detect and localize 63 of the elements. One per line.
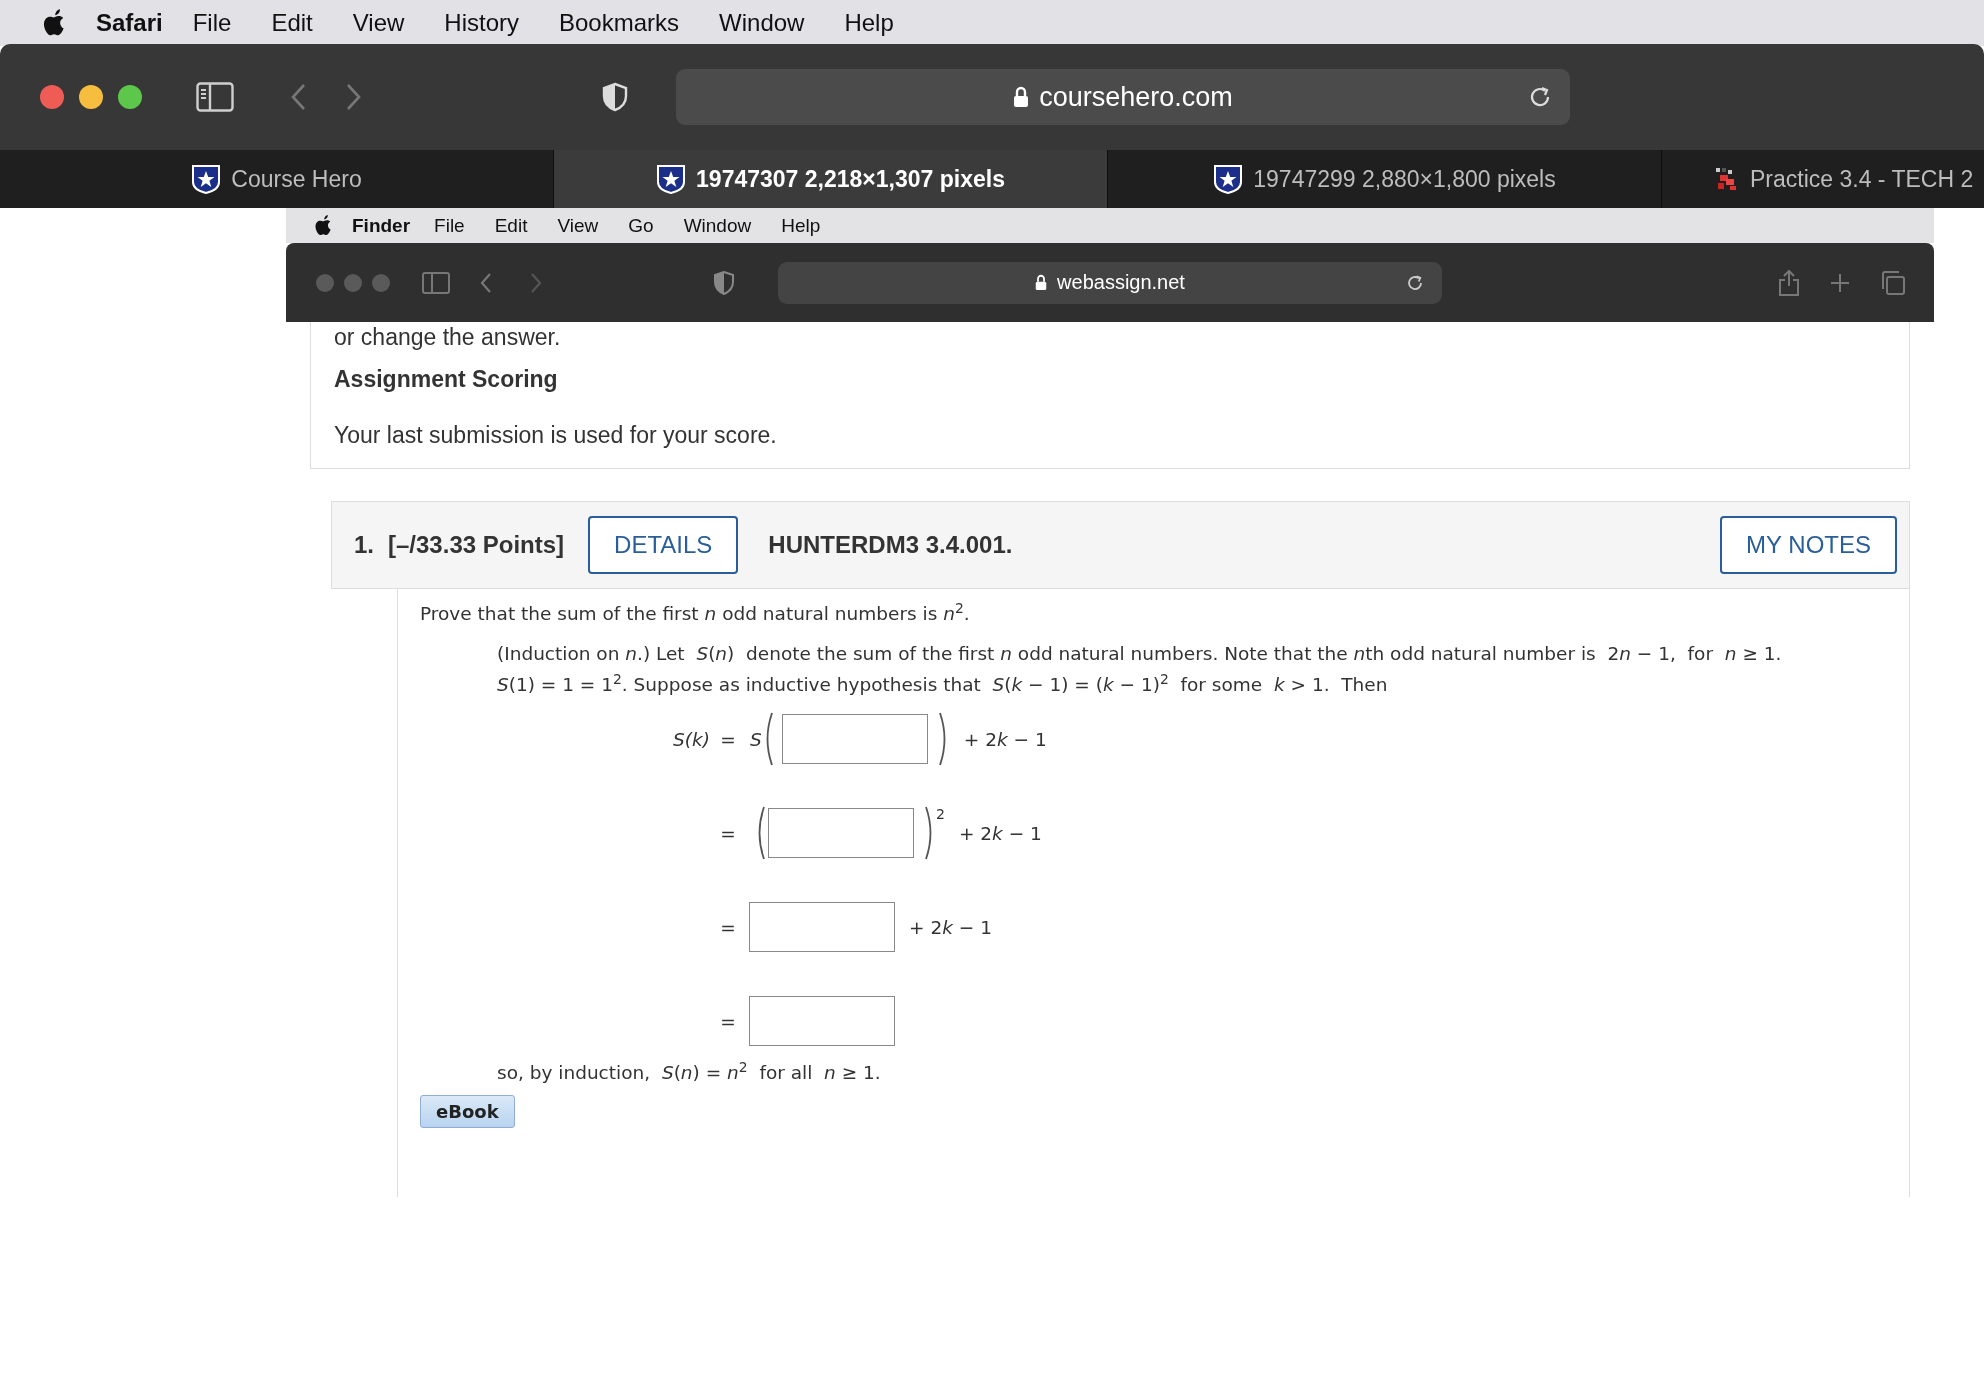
info-text: Your last submission is used for your score. xyxy=(334,421,778,450)
ebook-button[interactable]: eBook xyxy=(420,1095,515,1128)
details-button[interactable]: DETAILS xyxy=(588,516,739,574)
lock-icon xyxy=(1035,274,1048,291)
zoom-button[interactable] xyxy=(118,85,142,109)
star-shield-icon xyxy=(656,164,687,194)
equation-term: + 2k − 1 xyxy=(909,916,992,938)
equation-term: + 2k − 1 xyxy=(958,822,1042,844)
tabs-icon[interactable] xyxy=(1880,269,1906,296)
answer-box[interactable] xyxy=(781,714,928,764)
question-code: HUNTERDM3 3.4.001. xyxy=(768,531,1014,559)
menu-item[interactable]: Edit xyxy=(494,214,528,237)
menu-item[interactable]: Edit xyxy=(271,9,313,37)
menu-item[interactable]: History xyxy=(444,9,519,37)
minimize-button[interactable] xyxy=(79,85,103,109)
address-bar[interactable]: coursehero.com xyxy=(676,69,1570,125)
menu-item[interactable]: Bookmarks xyxy=(559,9,680,37)
menu-item[interactable]: View xyxy=(352,9,405,37)
lock-icon xyxy=(1013,86,1030,108)
reload-icon[interactable] xyxy=(1528,85,1552,109)
info-text: or change the answer. xyxy=(334,323,562,352)
function-symbol: S xyxy=(750,728,762,750)
exponent: 2 xyxy=(936,806,945,822)
menu-item[interactable]: Help xyxy=(844,9,894,37)
forward-icon[interactable] xyxy=(346,83,362,111)
equation-label: S(k) xyxy=(672,728,710,750)
section-heading: Assignment Scoring xyxy=(334,365,559,394)
star-shield-icon xyxy=(1213,164,1244,194)
equation-term: + 2k − 1 xyxy=(963,728,1047,750)
menu-item[interactable]: View xyxy=(557,214,599,237)
shield-icon[interactable] xyxy=(714,270,734,295)
back-icon[interactable] xyxy=(480,271,492,294)
menu-item[interactable]: Window xyxy=(719,9,805,37)
menu-item[interactable]: Window xyxy=(683,214,752,237)
menu-app-name[interactable]: Safari xyxy=(96,9,163,37)
question-points: [–/33.33 Points] xyxy=(388,531,565,559)
close-button[interactable] xyxy=(40,85,64,109)
address-bar[interactable]: webassign.net xyxy=(778,261,1442,304)
answer-box[interactable] xyxy=(749,902,895,952)
browser-tab[interactable]: 19747307 2,218×1,307 pixels xyxy=(554,150,1108,208)
menu-item[interactable]: File xyxy=(192,9,232,37)
notes-button[interactable]: MY NOTES xyxy=(1720,516,1897,574)
answer-box[interactable] xyxy=(768,808,914,858)
equals-sign: = xyxy=(719,728,737,750)
conclusion-text: so, by induction, S(n) = n$^{2}$ for all n ≥ 1. xyxy=(497,1062,882,1083)
menu-item[interactable]: Go xyxy=(628,214,654,237)
equals-sign: = xyxy=(719,916,737,938)
forward-icon[interactable] xyxy=(530,271,542,294)
question-number: 1. xyxy=(354,531,374,559)
hint-paragraph: (Induction on n.) Let S(n) denote the sum of the first n odd natural numbers. Note that the nth odd natural number is 2n − 1, for n ≥ 1. S(1) = 1 = 1$^{2}$. Suppose as inductive hypothesis that S(k − 1) = (k − 1)$^{2}$ for some k > 1. Then xyxy=(497,642,1783,697)
share-icon[interactable] xyxy=(1778,268,1800,297)
star-shield-icon xyxy=(191,164,222,194)
back-icon[interactable] xyxy=(290,83,306,111)
equals-sign: = xyxy=(719,822,737,844)
equals-sign: = xyxy=(719,1010,737,1032)
plus-icon[interactable] xyxy=(1830,272,1850,293)
reload-icon[interactable] xyxy=(1406,273,1424,292)
question-prompt: Prove that the sum of the first n odd natural numbers is n$^{2}$. xyxy=(420,603,971,624)
menu-item[interactable]: Help xyxy=(781,214,821,237)
answer-box[interactable] xyxy=(749,996,895,1046)
menu-app-name[interactable]: Finder xyxy=(352,214,411,237)
menu-item[interactable]: File xyxy=(434,214,465,237)
close-button[interactable] xyxy=(316,273,334,292)
